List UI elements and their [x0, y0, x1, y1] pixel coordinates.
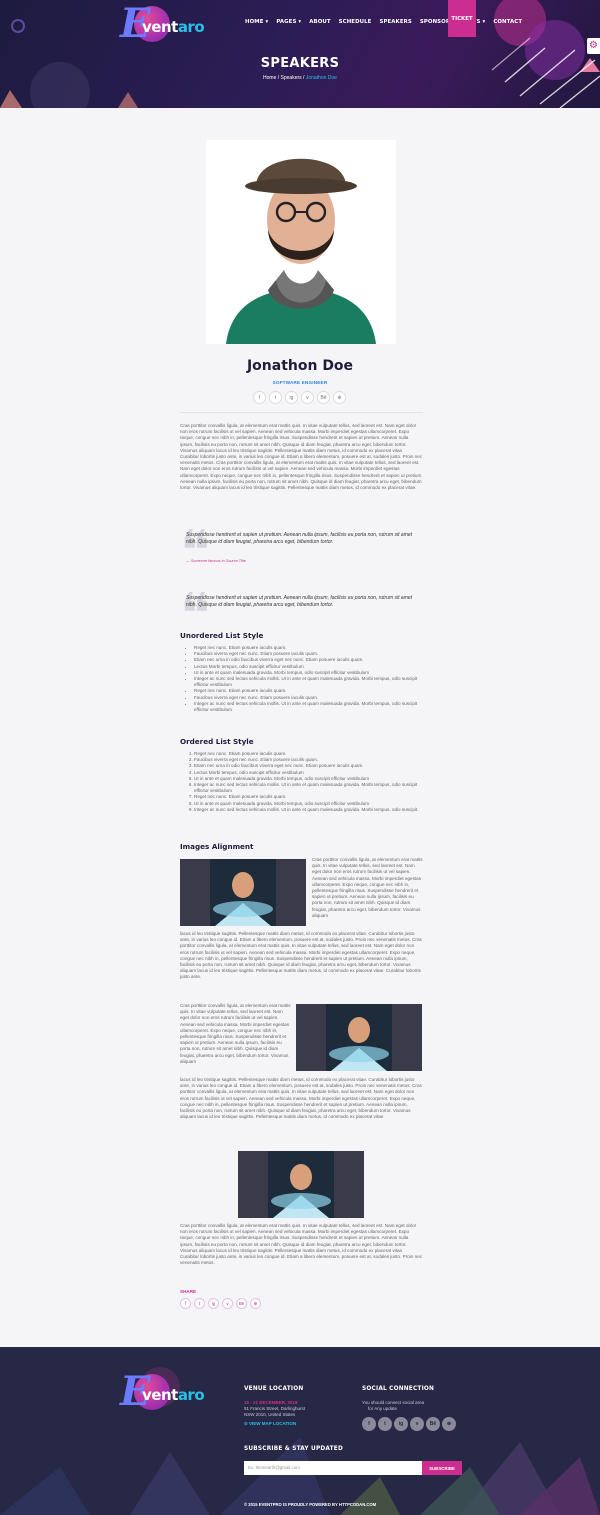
- blockquote: ❝ Suspendisse hendrerit et sapien ut pre…: [180, 587, 423, 643]
- dribbble-icon[interactable]: ⊕: [250, 1298, 261, 1309]
- hero-decoration: [0, 0, 600, 108]
- footer-logo[interactable]: E ventaro: [120, 1368, 205, 1415]
- ordered-list: Reget nec nunc. Etiam posuere iaculis qu…: [189, 751, 423, 813]
- nav-about[interactable]: ABOUT: [309, 19, 330, 25]
- dribbble-icon[interactable]: ⊕: [442, 1417, 456, 1431]
- behance-icon[interactable]: Bē: [426, 1417, 440, 1431]
- facebook-icon[interactable]: f: [253, 391, 266, 404]
- behance-icon[interactable]: Bē: [236, 1298, 247, 1309]
- main-nav: HOME ▾ PAGES ▾ ABOUT SCHEDULE SPEAKERS S…: [245, 19, 530, 25]
- nav-schedule[interactable]: SCHEDULE: [339, 19, 372, 25]
- speaker-name: Jonathon Doe: [246, 358, 354, 374]
- view-map-link[interactable]: ⊙ VIEW MAP LOCATION: [244, 1421, 296, 1427]
- page-hero: E ventaro HOME ▾ PAGES ▾ ABOUT SCHEDULE …: [0, 0, 600, 108]
- subscribe-heading: SUBSCRIBE & STAY UPDATED: [244, 1446, 343, 1452]
- share-links: f t ig v Bē ⊕: [180, 1298, 261, 1309]
- breadcrumb: Home / Speakers / Jonathon Doe: [0, 75, 600, 81]
- dribbble-icon[interactable]: ⊕: [333, 391, 346, 404]
- vimeo-icon[interactable]: v: [301, 391, 314, 404]
- facebook-icon[interactable]: f: [180, 1298, 191, 1309]
- copyright: © 2015 EVENTPRO IS PROUDLY POWERED BY HT…: [244, 1502, 377, 1507]
- subscribe-button[interactable]: SUBSCRIBE: [422, 1461, 462, 1475]
- images-alignment-heading: Images Alignment: [180, 842, 254, 851]
- reading-image-center: [238, 1151, 364, 1218]
- blockquote: ❝ Suspendisse hendrerit et sapien ut pre…: [180, 524, 423, 580]
- breadcrumb-separator: /: [277, 75, 280, 81]
- ticket-button[interactable]: TICKET: [448, 0, 476, 37]
- social-text: for Any update: [368, 1406, 398, 1411]
- twitter-icon[interactable]: t: [194, 1298, 205, 1309]
- logo-text-aro: aro: [177, 1386, 205, 1404]
- nav-contact[interactable]: CONTACT: [493, 19, 522, 25]
- speaker-photo: [206, 140, 396, 344]
- logo-text-vent: vent: [142, 1386, 178, 1404]
- site-footer: [0, 1347, 600, 1515]
- reading-photo: [238, 1151, 364, 1218]
- instagram-icon[interactable]: ig: [208, 1298, 219, 1309]
- speaker-social-links: f t ig v Bē ⊕: [253, 391, 346, 404]
- twitter-icon[interactable]: t: [378, 1417, 392, 1431]
- brand-logo[interactable]: E ventaro: [120, 0, 205, 47]
- nav-speakers[interactable]: SPEAKERS: [379, 19, 411, 25]
- reading-photo: [296, 1004, 422, 1071]
- footer-social-links: f t ig v Bē ⊕: [362, 1417, 456, 1431]
- nav-pages[interactable]: PAGES ▾: [276, 19, 301, 25]
- list-item: Integer ac nunc sed lectus vehicula moll…: [194, 676, 423, 688]
- vimeo-icon[interactable]: v: [410, 1417, 424, 1431]
- social-heading: SOCIAL CONNECTION: [362, 1386, 435, 1392]
- list-item: Integer ac nunc sed lectus vehicula moll…: [194, 807, 423, 813]
- speaker-portrait-image: [206, 140, 396, 344]
- divider: [180, 412, 423, 413]
- settings-gear-icon[interactable]: ⚙: [587, 38, 600, 54]
- page-title: SPEAKERS: [260, 56, 340, 71]
- image-wrap-text: lacus id leo tristique sagittis. Pellent…: [180, 931, 422, 980]
- logo-text: ventaro: [142, 1386, 205, 1404]
- reading-image-left: [180, 859, 306, 926]
- brand-logo: E ventaro: [120, 1368, 205, 1415]
- venue-address-line2: NSW 2010, United States: [244, 1412, 296, 1417]
- quote-text: Suspendisse hendrerit et sapien ut preti…: [186, 532, 413, 545]
- vimeo-icon[interactable]: v: [222, 1298, 233, 1309]
- quote-text: Suspendisse hendrerit et sapien ut preti…: [186, 595, 413, 608]
- breadcrumb-speakers[interactable]: Speakers: [281, 75, 302, 81]
- image-wrap-text: lacus id leo tristique sagittis. Pellent…: [180, 1077, 422, 1120]
- reading-image-right: [296, 1004, 422, 1071]
- quote-source: — Someone famous in Source Title: [186, 559, 246, 563]
- instagram-icon[interactable]: ig: [394, 1417, 408, 1431]
- logo-text-vent: vent: [142, 18, 178, 36]
- image-wrap-text: Cras porttitor convallis ligula, at elem…: [312, 857, 423, 918]
- breadcrumb-home[interactable]: Home: [263, 75, 276, 81]
- facebook-icon[interactable]: f: [362, 1417, 376, 1431]
- logo-text-aro: aro: [177, 18, 205, 36]
- email-field[interactable]: Ex. themearth@gmail.com: [244, 1461, 422, 1475]
- article-text: Cras porttitor convallis ligula, at elem…: [180, 1223, 423, 1266]
- speaker-role: SOFTWARE ENGINEER: [272, 380, 328, 385]
- breadcrumb-separator: /: [303, 75, 305, 81]
- instagram-icon[interactable]: ig: [285, 391, 298, 404]
- reading-photo: [180, 859, 306, 926]
- venue-heading: VENUE LOCATION: [244, 1386, 304, 1392]
- behance-icon[interactable]: Bē: [317, 391, 330, 404]
- unordered-list: Reget nec nunc. Etiam posuere iaculis qu…: [189, 645, 423, 713]
- speaker-bio: Cras porttitor convallis ligula, at elem…: [180, 423, 423, 491]
- ordered-list-heading: Ordered List Style: [180, 737, 254, 746]
- unordered-list-heading: Unordered List Style: [180, 631, 264, 640]
- footer-decoration: [0, 1367, 600, 1515]
- nav-home[interactable]: HOME ▾: [245, 19, 268, 25]
- list-item: Integer ac nunc sed lectus vehicula moll…: [194, 782, 423, 794]
- logo-text: ventaro: [142, 18, 205, 36]
- breadcrumb-current: Jonathon Doe: [305, 75, 337, 81]
- twitter-icon[interactable]: t: [269, 391, 282, 404]
- list-item: Integer ac nunc sed lectus vehicula moll…: [194, 701, 423, 713]
- share-label: SHARE: [180, 1289, 197, 1294]
- image-wrap-text: Cras porttitor convallis ligula, at elem…: [180, 1003, 291, 1064]
